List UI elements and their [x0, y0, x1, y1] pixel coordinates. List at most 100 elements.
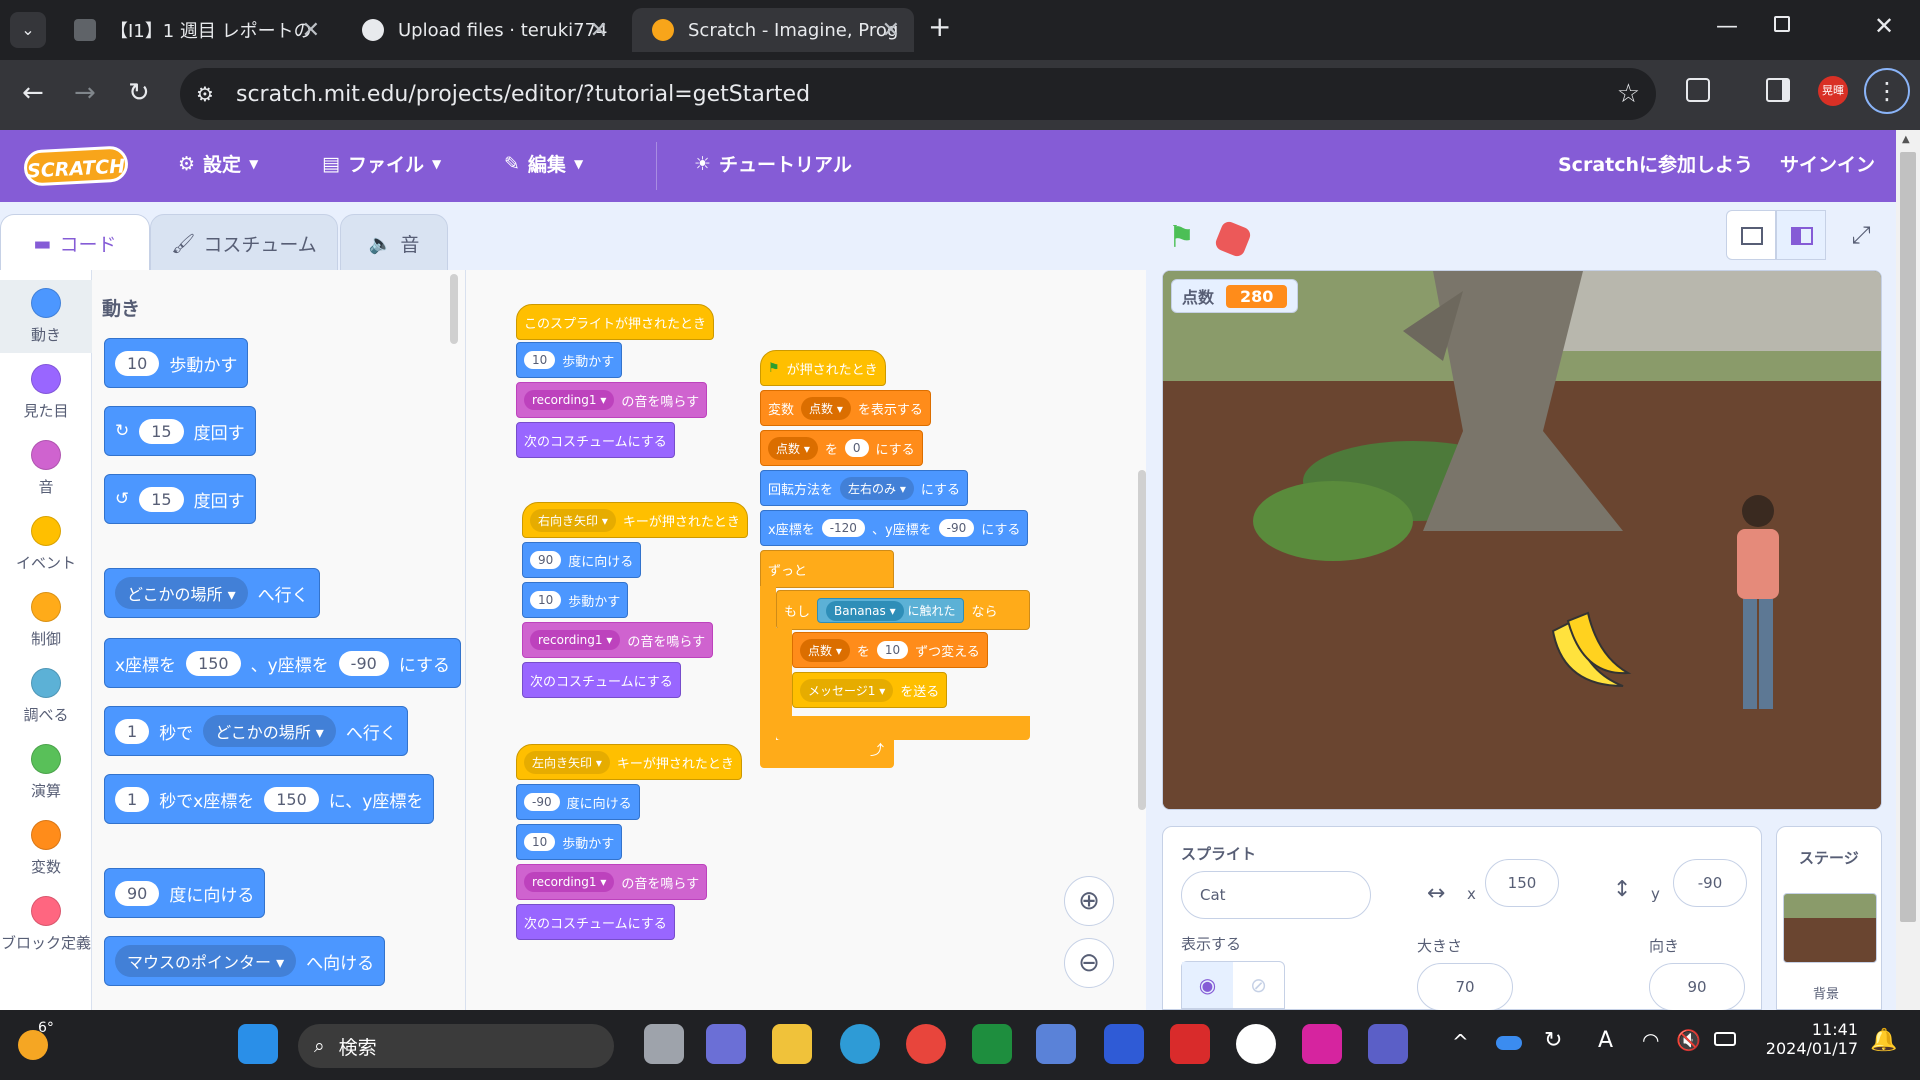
notification-bell-icon[interactable]: 🔔	[1870, 1028, 1897, 1053]
block-input[interactable]: 10	[530, 591, 562, 609]
block-input[interactable]: 1	[115, 718, 150, 744]
settings-menu[interactable]: ⚙ 設定 ▼	[178, 150, 258, 177]
task-view-icon[interactable]	[644, 1024, 684, 1064]
block-goto-xy[interactable]: x座標を 150 、y座標を -90 にする	[104, 638, 461, 688]
close-tab-icon[interactable]: ✕	[590, 18, 608, 43]
sprite-size-field[interactable]: 70	[1417, 963, 1513, 1011]
block-play-sound[interactable]: recording1 ▾ の音を鳴らす	[516, 864, 708, 900]
url-field[interactable]: ⚙ scratch.mit.edu/projects/editor/?tutor…	[180, 68, 1656, 120]
block-dropdown[interactable]: 左右のみ ▾	[840, 476, 914, 500]
category-control[interactable]: 制御	[0, 584, 92, 657]
block-input[interactable]: -90	[524, 793, 560, 811]
block-forever[interactable]: ずっと	[760, 550, 894, 588]
tab-costumes[interactable]: 🖌 コスチューム	[150, 214, 338, 272]
block-play-sound[interactable]: recording1 ▾ の音を鳴らす	[522, 622, 714, 658]
zoom-in-button[interactable]: ⊕	[1064, 876, 1114, 926]
block-dropdown[interactable]: 点数 ▾	[768, 436, 818, 460]
block-input[interactable]: 150	[264, 786, 319, 812]
onedrive-icon[interactable]	[1496, 1036, 1522, 1050]
sprite-name-field[interactable]: Cat	[1181, 871, 1371, 919]
join-scratch-link[interactable]: Scratchに参加しよう	[1558, 150, 1753, 177]
stage-selector-pane[interactable]: ステージ 背景	[1776, 826, 1882, 1010]
block-goto-xy[interactable]: x座標を -120 、y座標を -90 にする	[760, 510, 1029, 546]
tab-sounds[interactable]: 🔈 音	[340, 214, 448, 272]
sprite-direction-field[interactable]: 90	[1649, 963, 1745, 1011]
category-sound[interactable]: 音	[0, 432, 92, 505]
instagram-icon[interactable]	[1302, 1024, 1342, 1064]
block-turn-left[interactable]: ↺ 15 度回す	[104, 474, 256, 524]
fullscreen-button[interactable]: ⤢	[1836, 210, 1886, 260]
block-next-costume[interactable]: 次のコスチュームにする	[516, 422, 675, 458]
file-explorer-icon[interactable]	[772, 1024, 812, 1064]
block-when-flag-clicked[interactable]: ⚑ が押されたとき	[760, 350, 886, 386]
block-input[interactable]: 150	[186, 650, 241, 676]
block-when-sprite-clicked[interactable]: このスプライトが押されたとき	[516, 304, 715, 340]
stage-canvas[interactable]: 点数 280	[1162, 270, 1882, 810]
block-broadcast[interactable]: メッセージ1 ▾ を送る	[792, 672, 948, 708]
bookmark-star-icon[interactable]: ☆	[1617, 79, 1640, 109]
browser-tab-github[interactable]: Upload files · teruki7747/web20 ✕	[342, 8, 622, 52]
block-dropdown[interactable]: マウスのポインター ▾	[115, 945, 297, 977]
new-tab-button[interactable]: +	[928, 10, 951, 43]
block-glide[interactable]: 1 秒で どこかの場所 ▾ へ行く	[104, 706, 408, 756]
page-scrollbar[interactable]: ▲	[1896, 130, 1920, 1010]
block-show-variable[interactable]: 変数 点数 ▾ を表示する	[760, 390, 931, 426]
block-dropdown[interactable]: recording1 ▾	[524, 390, 615, 410]
tab-search-button[interactable]: ⌄	[10, 12, 46, 48]
volume-muted-icon[interactable]: 🔇	[1676, 1028, 1701, 1052]
minimize-icon[interactable]: —	[1716, 14, 1738, 39]
category-operators[interactable]: 演算	[0, 736, 92, 809]
block-rotation-style[interactable]: 回転方法を 左右のみ ▾ にする	[760, 470, 969, 506]
edit-menu[interactable]: ✎ 編集 ▼	[504, 150, 583, 177]
block-when-key-pressed[interactable]: 左向き矢印 ▾ キーが押されたとき	[516, 744, 742, 780]
edge-icon[interactable]	[840, 1024, 880, 1064]
block-set-variable[interactable]: 点数 ▾ を 0 にする	[760, 430, 923, 466]
block-input[interactable]: -90	[338, 650, 389, 676]
block-point-direction[interactable]: -90 度に向ける	[516, 784, 640, 820]
normal-stage-button[interactable]	[1776, 210, 1826, 260]
zoom-out-button[interactable]: ⊖	[1064, 938, 1114, 988]
restore-icon[interactable]	[1774, 16, 1790, 32]
block-play-sound[interactable]: recording1 ▾ の音を鳴らす	[516, 382, 708, 418]
variable-monitor[interactable]: 点数 280	[1171, 279, 1299, 313]
block-input[interactable]: 1	[115, 786, 150, 812]
font-icon[interactable]: A	[1598, 1028, 1613, 1053]
sidepanel-icon[interactable]	[1766, 78, 1790, 102]
block-move-steps[interactable]: 10 歩動かす	[516, 342, 623, 378]
clock[interactable]: 11:41 2024/01/17	[1760, 1020, 1858, 1058]
block-input[interactable]: -120	[821, 519, 865, 537]
block-input[interactable]: 90	[115, 880, 160, 906]
browser-tab-scratch[interactable]: Scratch - Imagine, Program, Sha ✕	[632, 8, 914, 52]
block-input[interactable]: 10	[524, 833, 556, 851]
google-icon[interactable]	[1236, 1024, 1276, 1064]
block-turn-right[interactable]: ↻ 15 度回す	[104, 406, 256, 456]
category-myblocks[interactable]: ブロック定義	[0, 888, 92, 961]
block-point-direction[interactable]: 90 度に向ける	[104, 868, 266, 918]
block-input[interactable]: 15	[139, 418, 184, 444]
small-stage-button[interactable]	[1726, 210, 1776, 260]
block-dropdown[interactable]: メッセージ1 ▾	[800, 678, 894, 702]
block-point-direction[interactable]: 90 度に向ける	[522, 542, 642, 578]
start-button[interactable]	[238, 1024, 278, 1064]
block-move-steps[interactable]: 10 歩動かす	[516, 824, 623, 860]
block-dropdown[interactable]: recording1 ▾	[530, 630, 621, 650]
taskbar-search[interactable]: ⌕ 検索	[298, 1024, 614, 1068]
pdf-icon[interactable]	[1170, 1024, 1210, 1064]
block-dropdown[interactable]: どこかの場所 ▾	[115, 577, 248, 609]
eye-off-icon[interactable]: ⊘	[1233, 962, 1284, 1008]
block-move-steps[interactable]: 10 歩動かす	[522, 582, 629, 618]
block-when-key-pressed[interactable]: 右向き矢印 ▾ キーが押されたとき	[522, 502, 748, 538]
back-icon[interactable]: ←	[22, 78, 44, 108]
app-icon[interactable]	[1104, 1024, 1144, 1064]
browser-tab-report[interactable]: 【I1】1 週目 レポートの作成 ✕	[54, 8, 334, 52]
teams-icon[interactable]	[1368, 1024, 1408, 1064]
browser-menu-icon[interactable]: ⋮	[1864, 68, 1910, 114]
category-events[interactable]: イベント	[0, 508, 92, 581]
stop-button[interactable]	[1213, 219, 1253, 259]
block-if[interactable]: もし Bananas ▾ に触れた なら	[776, 590, 1030, 630]
green-flag-button[interactable]: ⚑	[1168, 220, 1195, 255]
chrome-icon[interactable]	[906, 1024, 946, 1064]
scroll-thumb[interactable]	[1900, 152, 1916, 922]
battery-icon[interactable]	[1714, 1032, 1736, 1046]
sprite-x-field[interactable]: 150	[1485, 859, 1559, 907]
